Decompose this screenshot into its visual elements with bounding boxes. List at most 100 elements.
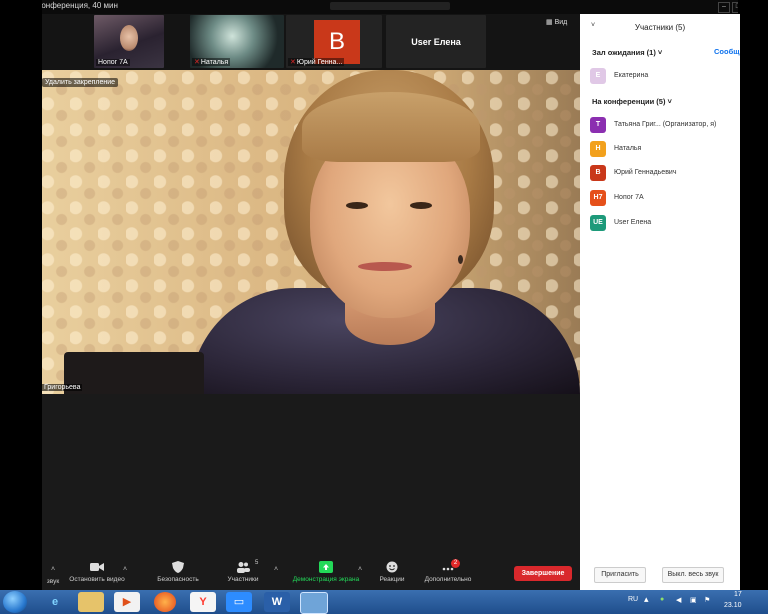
avatar: Е xyxy=(590,68,606,84)
participant-name: Татьяна Григ... (Организатор, я) xyxy=(614,121,717,128)
language-indicator[interactable]: RU xyxy=(628,596,638,603)
reaction-icon xyxy=(386,561,398,573)
thumbnail-name: User Елена xyxy=(411,37,461,47)
thumbnail-name: Нопог 7А xyxy=(96,59,130,66)
panel-title: Участники (5) xyxy=(634,23,686,32)
share-screen-button[interactable]: Демонстрация экрана xyxy=(286,558,366,590)
share-screen-icon xyxy=(319,561,333,573)
participant-row[interactable]: Н7 Нопог 7А xyxy=(590,190,740,206)
mic-off-icon: ✕ xyxy=(194,59,200,66)
left-black-border xyxy=(0,0,42,590)
avatar: В xyxy=(590,165,606,181)
unpin-video-button[interactable]: Удалить закрепление xyxy=(42,78,119,87)
thumbnail-natalya[interactable]: ✕Наталья xyxy=(190,15,284,68)
tray-arrow-icon[interactable]: ▴ xyxy=(644,594,649,605)
avatar: Н7 xyxy=(590,190,606,206)
panel-header: ˅ Участники (5) xyxy=(580,14,740,40)
clock-date[interactable]: 23.10 xyxy=(724,602,742,609)
windows-taskbar: e ▶ Y ▭ W RU ▴ ● ◀ ▣ ⚑ 17 23.10 xyxy=(0,590,768,614)
participant-name: Наталья xyxy=(614,145,642,152)
participants-caret-icon[interactable]: ˄ xyxy=(274,566,278,573)
titlebar-banner xyxy=(330,2,450,10)
mic-off-icon: ✕ xyxy=(290,59,296,66)
shield-icon xyxy=(172,561,184,573)
participant-row[interactable]: Т Татьяна Григ... (Организатор, я) xyxy=(590,117,740,133)
share-caret-icon[interactable]: ˄ xyxy=(358,566,362,573)
participants-icon xyxy=(237,562,250,573)
zoom-taskbar-icon[interactable]: ▭ xyxy=(226,592,252,612)
more-button[interactable]: 2 Дополнительно xyxy=(418,558,478,590)
video-camera-icon xyxy=(90,563,104,571)
avatar: UE xyxy=(590,215,606,231)
speaker-eye xyxy=(346,202,368,209)
participants-button[interactable]: Участники 5 xyxy=(218,558,268,590)
reactions-button[interactable]: Реакции xyxy=(374,558,410,590)
more-label: Дополнительно xyxy=(424,576,472,583)
speaker-eye xyxy=(410,202,432,209)
grid-view-icon: ▦ xyxy=(546,19,553,26)
yandex-browser-icon[interactable]: Y xyxy=(190,592,216,612)
thumbnail-name-wrap: ✕Юрий Генна... xyxy=(288,58,345,66)
thumbnail-name: Юрий Генна... xyxy=(296,59,343,66)
participant-row[interactable]: UE User Елена xyxy=(590,215,740,231)
speaker-mouth xyxy=(358,262,412,271)
network-icon[interactable]: ▣ xyxy=(690,596,697,604)
minimize-button[interactable]: – xyxy=(718,2,730,13)
participant-row[interactable]: В Юрий Геннадьевич xyxy=(590,165,740,181)
audio-button[interactable]: ˄ звук xyxy=(42,558,64,590)
right-black-border xyxy=(738,0,768,590)
participant-name: User Елена xyxy=(614,219,652,226)
file-explorer-icon[interactable] xyxy=(78,592,104,612)
participant-name: Юрий Геннадьевич xyxy=(614,169,677,176)
speaker-fringe xyxy=(302,92,480,162)
message-link[interactable]: Сообщ xyxy=(714,47,740,56)
view-button[interactable]: ▦ Вид xyxy=(546,18,567,26)
security-button[interactable]: Безопасность xyxy=(150,558,206,590)
thumbnail-yuriy[interactable]: В ✕Юрий Генна... xyxy=(286,15,382,68)
participant-name: Нопог 7А xyxy=(614,194,644,201)
waiting-participant-row[interactable]: Е Екатерина xyxy=(590,68,740,84)
avatar: Т xyxy=(590,117,606,133)
thumbnail-user-elena[interactable]: User Елена xyxy=(386,15,486,68)
speaker-name-label: Григорьева xyxy=(42,384,83,391)
chair-back xyxy=(64,352,204,394)
security-label: Безопасность xyxy=(157,576,199,583)
reactions-label: Реакции xyxy=(379,576,405,583)
participant-row[interactable]: Н Наталья xyxy=(590,141,740,157)
flag-icon[interactable]: ⚑ xyxy=(704,596,710,604)
avatar: Н xyxy=(590,141,606,157)
clock-time[interactable]: 17 xyxy=(734,591,742,598)
invite-button[interactable]: Пригласить xyxy=(594,567,646,583)
firefox-icon[interactable] xyxy=(154,592,176,612)
participants-label: Участники xyxy=(227,576,259,583)
waiting-room-label: Зал ожидания (1) xyxy=(592,48,656,57)
tray-app-icon[interactable]: ● xyxy=(660,596,664,603)
participants-count: 5 xyxy=(255,560,259,566)
window-titlebar: Zoom Конференция, 40 мин – □ xyxy=(0,0,768,14)
end-meeting-button[interactable]: Завершение xyxy=(514,566,572,581)
mute-all-button[interactable]: Выкл. весь звук xyxy=(662,567,724,583)
in-meeting-header[interactable]: На конференции (5) ˅ xyxy=(592,97,672,106)
waiting-room-header[interactable]: Зал ожидания (1) ˅ xyxy=(592,48,662,57)
video-options-caret-icon[interactable]: ˄ xyxy=(123,566,127,573)
in-meeting-label: На конференции (5) xyxy=(592,97,666,106)
word-icon[interactable]: W xyxy=(264,592,290,612)
participant-name: Екатерина xyxy=(614,72,649,79)
chevron-down-icon: ˅ xyxy=(657,48,663,57)
internet-explorer-icon[interactable]: e xyxy=(42,592,68,612)
share-screen-label: Демонстрация экрана xyxy=(292,576,360,583)
audio-label: звук xyxy=(46,578,60,585)
chevron-down-icon: ˅ xyxy=(667,97,672,106)
media-player-icon[interactable]: ▶ xyxy=(114,592,140,612)
start-button[interactable] xyxy=(3,591,27,613)
volume-icon[interactable]: ◀ xyxy=(676,596,681,604)
participant-face xyxy=(120,25,138,51)
thumbnail-nopog[interactable]: Нопог 7А xyxy=(94,15,164,68)
stop-video-label: Остановить видео xyxy=(69,576,125,583)
caret-icon: ˄ xyxy=(51,566,56,573)
participants-panel: ˅ Участники (5) Зал ожидания (1) ˅ Сообщ… xyxy=(580,14,740,590)
meeting-toolbar: ˄ звук Остановить видео ˄ Безопасность У… xyxy=(42,558,580,590)
active-window-icon[interactable] xyxy=(300,592,328,614)
stop-video-button[interactable]: Остановить видео xyxy=(66,558,128,590)
notification-badge: 2 xyxy=(451,559,460,568)
